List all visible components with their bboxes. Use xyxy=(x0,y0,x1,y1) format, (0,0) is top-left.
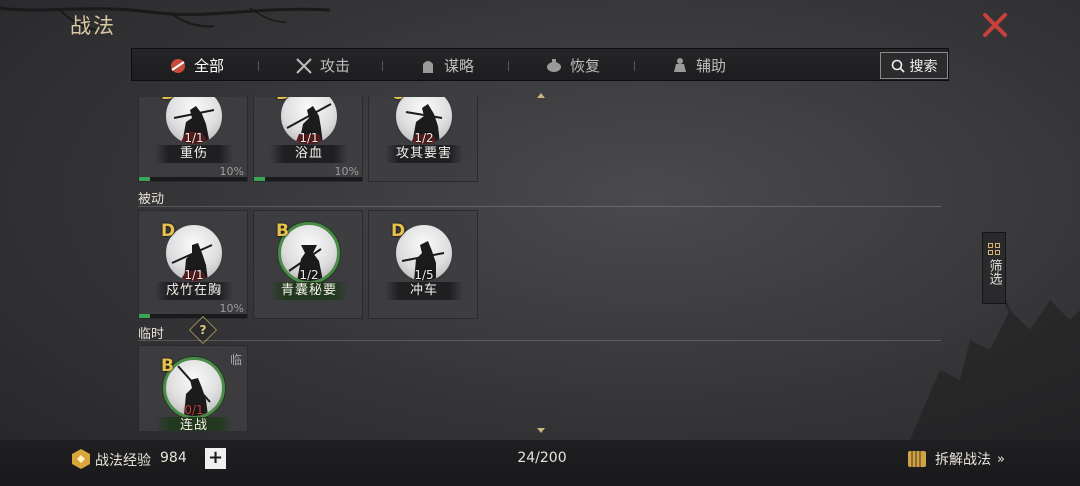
skill-name: 重伤 xyxy=(155,145,233,163)
tab-divider xyxy=(634,61,635,71)
skill-card[interactable]: B 1/2 青囊秘要 xyxy=(253,210,363,319)
progress-fill xyxy=(139,177,150,181)
skill-name: 连战 xyxy=(155,417,233,431)
tab-attack[interactable]: 攻击 xyxy=(294,49,350,82)
skill-level: 1/1 xyxy=(184,268,204,282)
skill-card[interactable]: D 1/5 冲车 xyxy=(368,210,478,319)
dismantle-icon xyxy=(908,451,926,467)
tab-label: 恢复 xyxy=(570,57,601,75)
skill-level: 1/2 xyxy=(414,131,434,145)
page-title: 战法 xyxy=(70,14,116,38)
support-icon xyxy=(674,57,686,72)
progress-bar xyxy=(254,177,362,181)
progress-bar xyxy=(139,314,247,318)
progress-fill xyxy=(139,314,150,318)
tab-all[interactable]: 全部 xyxy=(168,49,224,82)
skill-name: 戍竹在胸 xyxy=(155,282,233,300)
tab-label: 全部 xyxy=(194,57,225,75)
grade-badge: B xyxy=(276,221,289,241)
double-chevron-right-icon: » xyxy=(997,451,1005,467)
skill-name: 冲车 xyxy=(385,282,463,300)
all-skills-icon xyxy=(171,58,185,73)
tab-label: 辅助 xyxy=(696,57,727,75)
skill-card[interactable]: D 1/1 戍竹在胸 10% xyxy=(138,210,248,319)
skill-level: 1/5 xyxy=(414,268,434,282)
search-label: 搜索 xyxy=(909,58,938,75)
experience-label: 战法经验 xyxy=(95,453,151,469)
grade-badge: C xyxy=(391,97,403,104)
grade-badge: D xyxy=(161,97,175,104)
grade-badge: B xyxy=(161,356,174,376)
search-button[interactable]: 搜索 xyxy=(880,52,948,79)
close-icon[interactable] xyxy=(980,10,1010,40)
crossed-swords-icon xyxy=(296,57,312,74)
skill-name: 浴血 xyxy=(270,145,348,163)
recovery-icon xyxy=(547,58,561,72)
strategy-icon xyxy=(423,60,433,73)
dismantle-skill-button[interactable]: 拆解战法 » xyxy=(905,446,1005,472)
add-experience-button[interactable]: + xyxy=(205,448,226,469)
progress-fill xyxy=(254,177,265,181)
skill-level: 1/2 xyxy=(299,268,319,282)
skill-card[interactable]: C 1/2 攻其要害 xyxy=(368,97,478,182)
skill-level: 1/1 xyxy=(184,131,204,145)
skill-count: 24/200 xyxy=(517,450,567,466)
search-icon xyxy=(891,59,905,73)
skill-card[interactable]: D 1/1 浴血 10% xyxy=(253,97,363,182)
grade-badge: D xyxy=(276,97,290,104)
section-divider xyxy=(138,206,941,207)
tab-divider xyxy=(382,61,383,71)
tab-divider xyxy=(258,61,259,71)
skill-name: 青囊秘要 xyxy=(270,282,348,300)
tab-label: 谋略 xyxy=(444,57,475,75)
tab-label: 攻击 xyxy=(320,57,351,75)
scroll-down-indicator xyxy=(537,428,545,433)
tab-bar: 全部 攻击 谋略 恢复 辅助 xyxy=(131,48,949,81)
skill-list[interactable]: D 1/1 重伤 10% D 1/1 浴血 10% C 1/2 攻其要害 被动 … xyxy=(131,97,946,431)
grade-badge: D xyxy=(161,221,176,241)
skill-name: 攻其要害 xyxy=(385,145,463,163)
skill-card[interactable]: D 1/1 重伤 10% xyxy=(138,97,248,182)
filter-label: 筛选 xyxy=(986,259,1002,285)
section-divider xyxy=(138,340,941,341)
experience-value: 984 xyxy=(160,450,187,466)
help-glyph: ? xyxy=(199,323,207,337)
section-label-passive: 被动 xyxy=(138,192,165,207)
progress-bar xyxy=(139,177,247,181)
skill-experience-icon xyxy=(72,449,90,469)
filter-grid-icon xyxy=(988,243,1000,255)
tab-strategy[interactable]: 谋略 xyxy=(418,49,474,82)
tab-divider xyxy=(508,61,509,71)
grade-badge: D xyxy=(391,221,406,241)
filter-button[interactable]: 筛选 xyxy=(982,232,1006,304)
skill-card[interactable]: 临 B 0/1 连战 xyxy=(138,345,248,431)
dismantle-label: 拆解战法 xyxy=(935,452,991,468)
skill-level: 1/1 xyxy=(299,131,319,145)
tab-recovery[interactable]: 恢复 xyxy=(544,49,600,82)
tab-support[interactable]: 辅助 xyxy=(670,49,726,82)
skill-level: 0/1 xyxy=(184,403,204,417)
temporary-tag: 临 xyxy=(229,353,242,367)
